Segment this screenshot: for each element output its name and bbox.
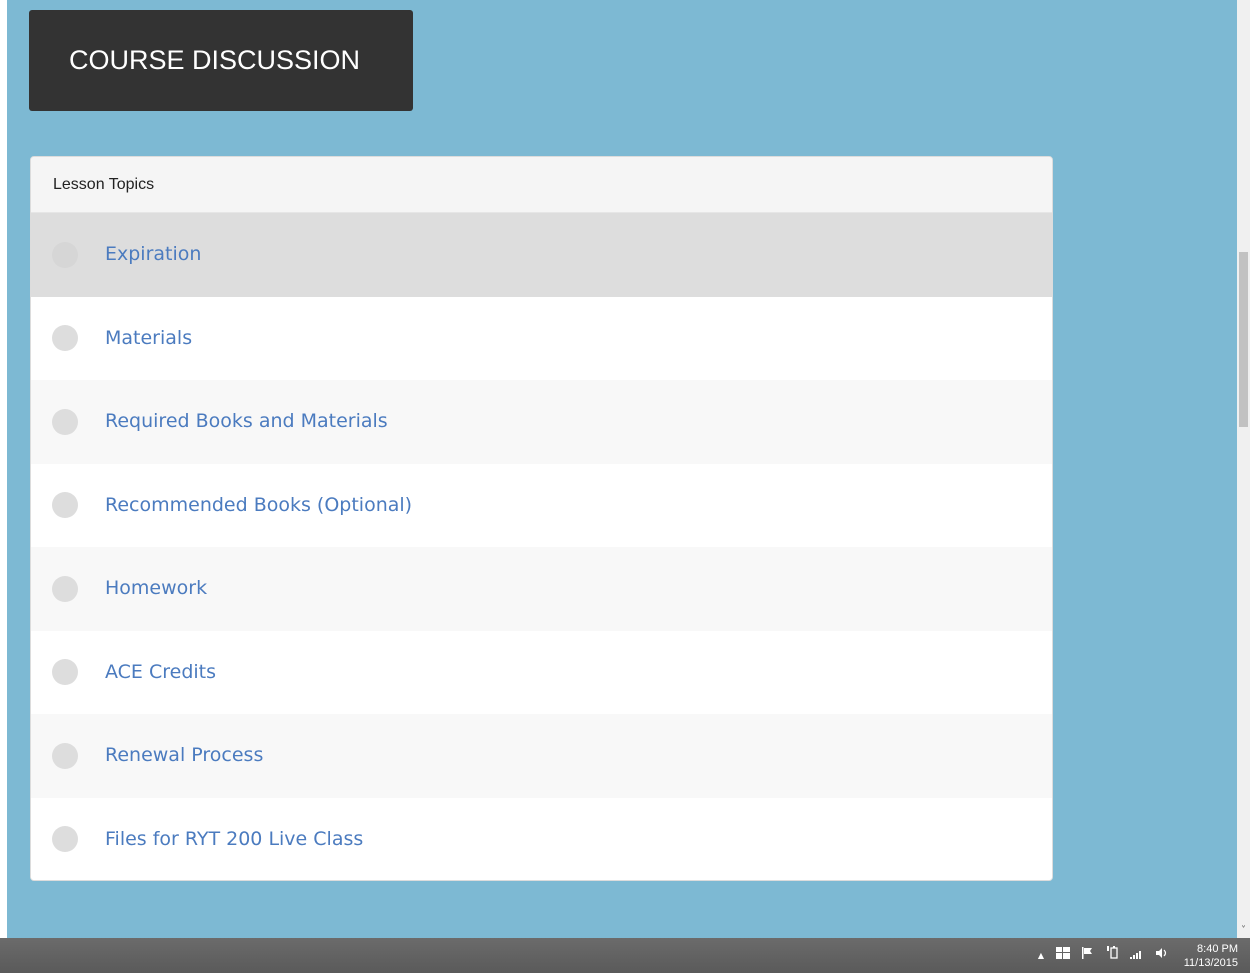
- topic-link[interactable]: Expiration: [105, 213, 201, 297]
- topic-item-expiration[interactable]: Expiration: [31, 213, 1052, 297]
- clock-time: 8:40 PM: [1197, 943, 1238, 955]
- windows-icon[interactable]: [1056, 938, 1070, 973]
- topic-item-files-ryt-200[interactable]: Files for RYT 200 Live Class: [31, 797, 1052, 881]
- page-background: COURSE DISCUSSION Lesson Topics Expirati…: [7, 0, 1237, 938]
- clock-date: 11/13/2015: [1183, 957, 1238, 969]
- vertical-scrollbar[interactable]: ˅: [1237, 0, 1250, 938]
- topic-link[interactable]: Recommended Books (Optional): [105, 464, 412, 548]
- windows-taskbar: ▲ 8:40 PM 11/13/2015: [0, 938, 1250, 973]
- scrollbar-thumb[interactable]: [1239, 252, 1248, 427]
- taskbar-clock[interactable]: 8:40 PM 11/13/2015: [1174, 942, 1238, 970]
- topic-item-homework[interactable]: Homework: [31, 547, 1052, 631]
- topic-item-required-books[interactable]: Required Books and Materials: [31, 380, 1052, 464]
- status-circle-icon: [52, 659, 78, 686]
- topic-link[interactable]: Materials: [105, 297, 192, 381]
- topic-link[interactable]: Renewal Process: [105, 714, 263, 798]
- scroll-down-arrow-icon[interactable]: ˅: [1237, 923, 1250, 938]
- status-circle-icon: [52, 408, 78, 435]
- lesson-topics-title: Lesson Topics: [31, 157, 1052, 213]
- lesson-topics-panel: Lesson Topics Expiration Materials Requi…: [30, 156, 1053, 881]
- topic-link[interactable]: Files for RYT 200 Live Class: [105, 798, 363, 881]
- course-discussion-button[interactable]: COURSE DISCUSSION: [29, 10, 413, 111]
- speaker-icon[interactable]: [1156, 938, 1168, 973]
- topic-link[interactable]: Homework: [105, 547, 207, 631]
- show-hidden-icons-icon[interactable]: ▲: [1038, 938, 1044, 973]
- status-circle-icon: [52, 826, 78, 853]
- signal-icon[interactable]: [1130, 938, 1144, 973]
- topic-link[interactable]: Required Books and Materials: [105, 380, 388, 464]
- topic-item-renewal-process[interactable]: Renewal Process: [31, 714, 1052, 798]
- status-circle-icon: [52, 241, 78, 268]
- status-circle-icon: [52, 492, 78, 519]
- topic-item-ace-credits[interactable]: ACE Credits: [31, 630, 1052, 715]
- flag-icon[interactable]: [1082, 938, 1094, 973]
- topic-item-materials[interactable]: Materials: [31, 296, 1052, 381]
- status-circle-icon: [52, 575, 78, 602]
- topic-link[interactable]: ACE Credits: [105, 631, 216, 715]
- topic-item-recommended-books[interactable]: Recommended Books (Optional): [31, 463, 1052, 548]
- status-circle-icon: [52, 742, 78, 769]
- status-circle-icon: [52, 325, 78, 352]
- power-icon[interactable]: [1106, 938, 1118, 973]
- system-tray: ▲: [1038, 938, 1168, 973]
